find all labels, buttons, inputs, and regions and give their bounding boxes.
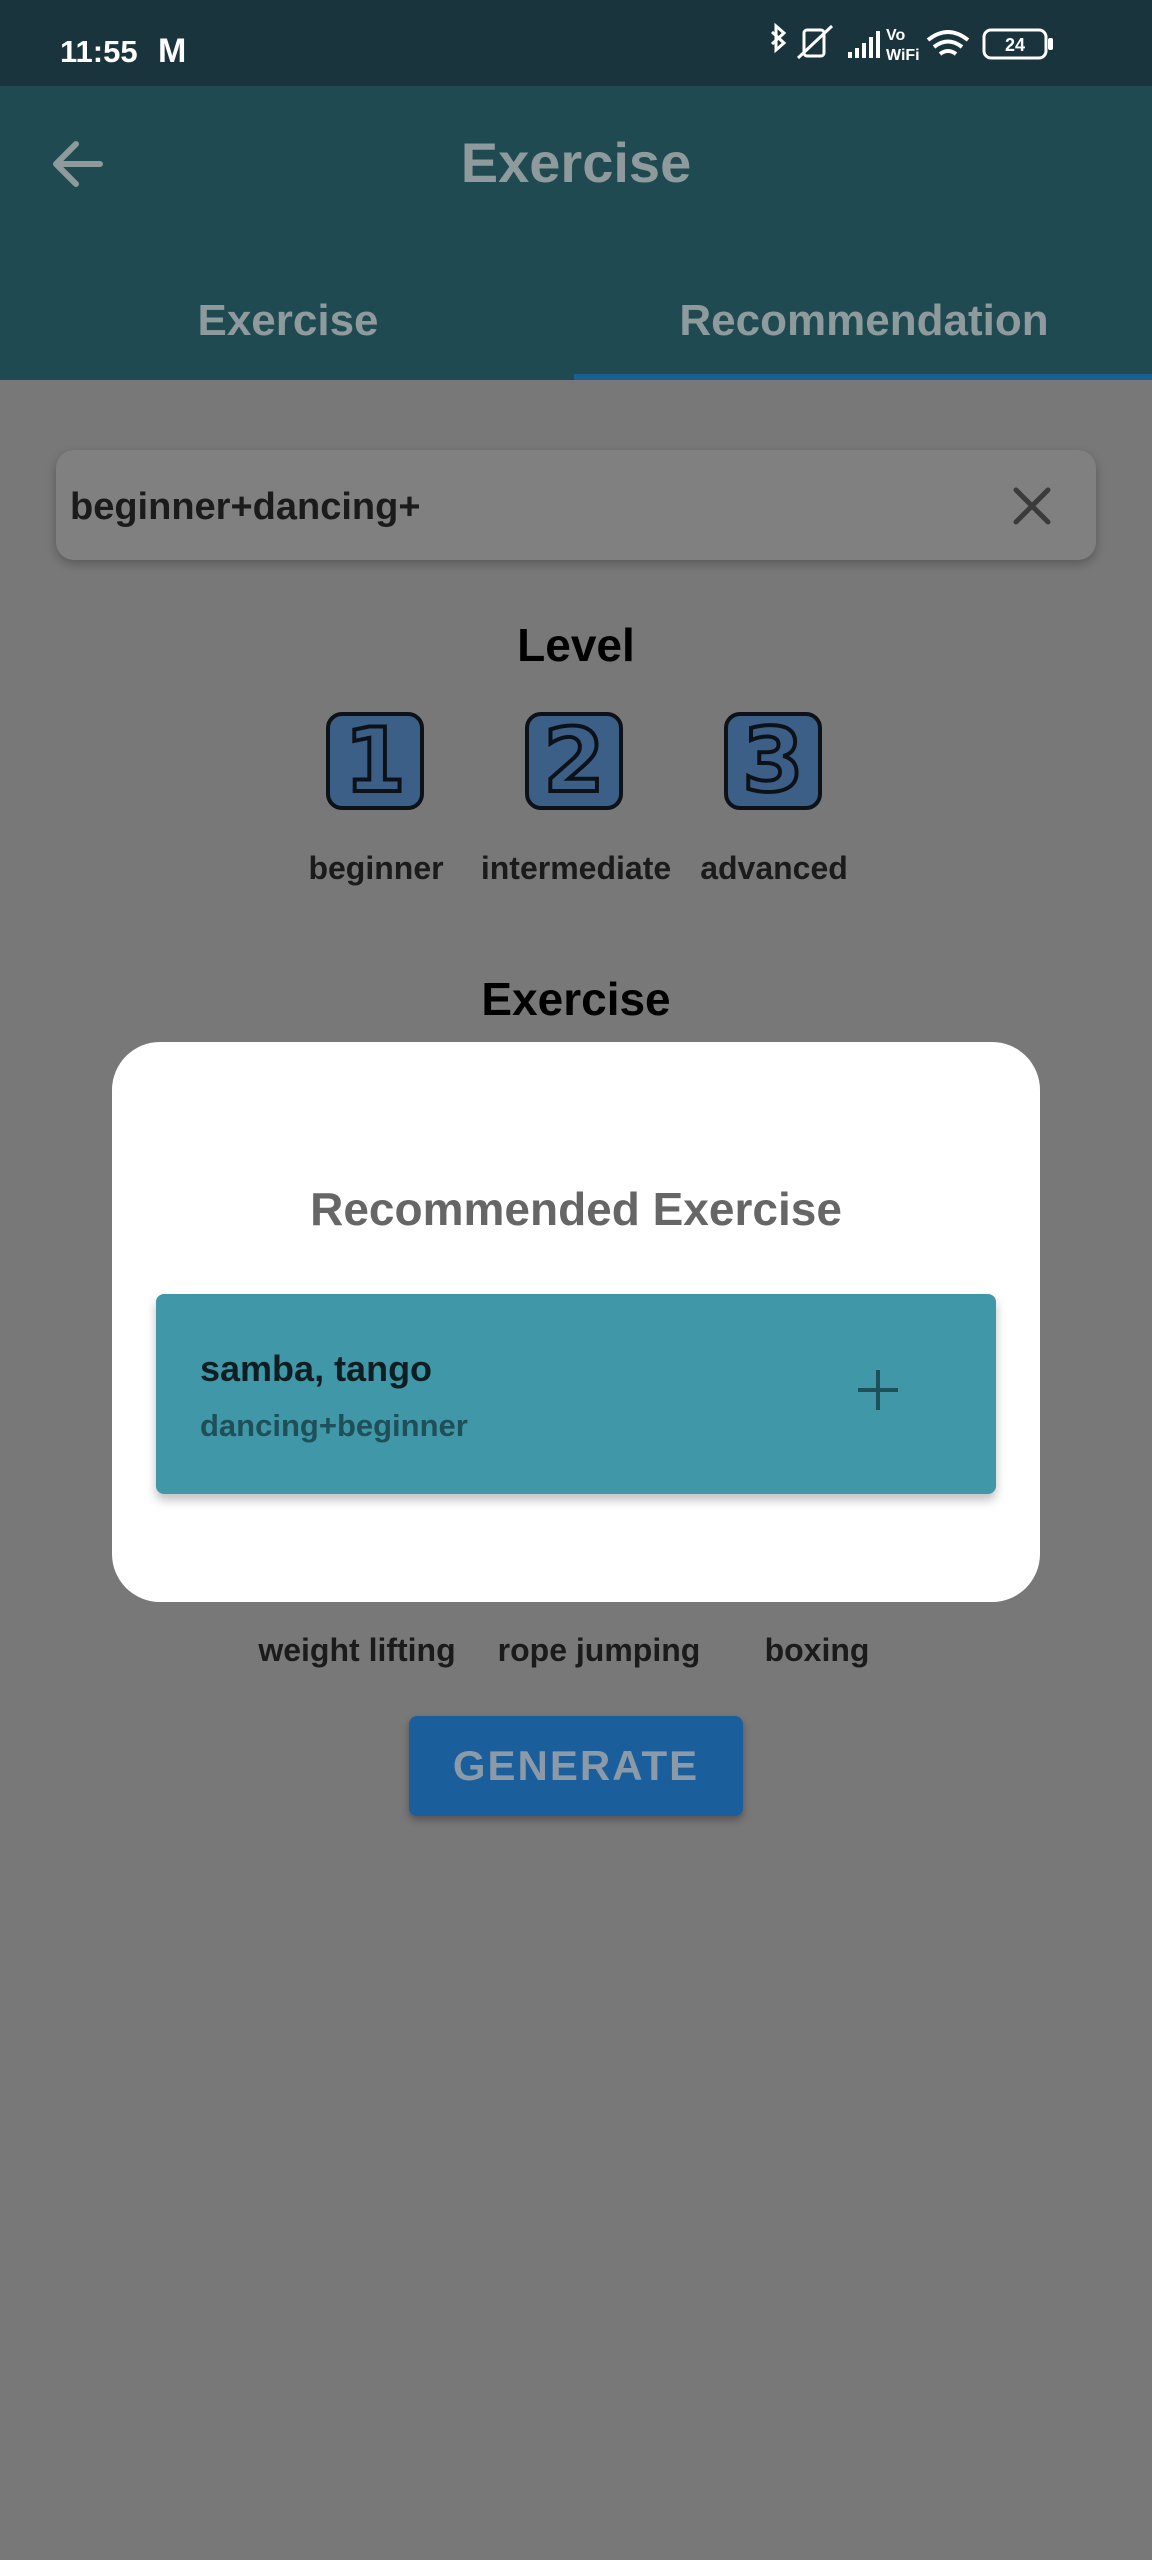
generate-button[interactable]: GENERATE — [409, 1716, 743, 1816]
search-value: beginner+dancing+ — [70, 486, 421, 528]
level-2-icon[interactable]: 2 — [525, 712, 623, 810]
recommended-exercise-dialog: Recommended Exercise samba, tango dancin… — [112, 1042, 1040, 1602]
status-time: 11:55 — [60, 34, 138, 69]
level-heading: Level — [517, 619, 635, 671]
svg-text:WiFi: WiFi — [886, 47, 920, 64]
exercise-heading: Exercise — [481, 973, 671, 1025]
signal-icon — [848, 31, 880, 58]
app-bar: Exercise Exercise Recommendation — [0, 86, 1152, 380]
level-1-icon[interactable]: 1 — [326, 712, 424, 810]
recommendation-card[interactable]: samba, tango dancing+beginner — [156, 1294, 996, 1494]
level-label-beginner: beginner — [308, 850, 444, 886]
tab-recommendation[interactable]: Recommendation — [576, 296, 1152, 346]
level-label-advanced: advanced — [700, 850, 848, 886]
status-bar: 11:55 M Vo WiFi 24 — [0, 0, 1152, 86]
mcdonalds-notification-icon: M — [158, 32, 187, 70]
app-title: Exercise — [460, 131, 692, 194]
silent-icon — [796, 24, 834, 60]
status-icons: Vo WiFi 24 — [770, 22, 1053, 64]
tab-indicator — [574, 374, 1152, 380]
exercise-option-weight-lifting[interactable]: weight lifting — [227, 1632, 487, 1669]
exercise-option-boxing[interactable]: boxing — [687, 1632, 947, 1669]
recommendation-subtitle: dancing+beginner — [200, 1408, 468, 1443]
dialog-title: Recommended Exercise — [310, 1183, 842, 1235]
bluetooth-icon — [770, 22, 787, 54]
battery-icon: 24 — [982, 28, 1053, 60]
wifi-icon — [926, 30, 970, 56]
vowifi-label: Vo — [886, 27, 905, 44]
clear-icon[interactable] — [1008, 482, 1056, 530]
svg-text:24: 24 — [1005, 35, 1025, 55]
level-3-icon[interactable]: 3 — [724, 712, 822, 810]
search-input[interactable]: beginner+dancing+ — [56, 450, 1096, 560]
recommendation-title: samba, tango — [200, 1348, 433, 1389]
level-label-intermediate: intermediate — [480, 850, 672, 886]
tab-exercise[interactable]: Exercise — [0, 296, 576, 346]
add-icon[interactable] — [856, 1366, 900, 1414]
